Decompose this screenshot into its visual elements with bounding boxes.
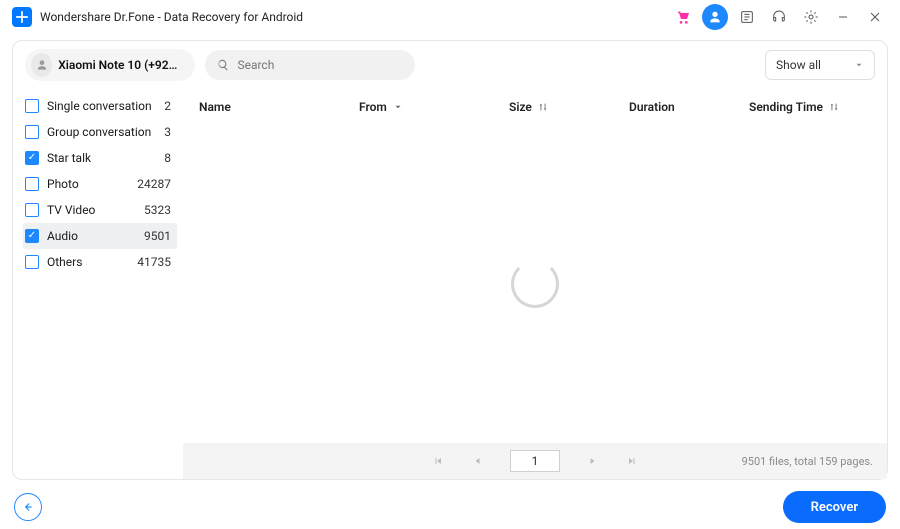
feedback-icon[interactable] <box>734 4 760 30</box>
sidebar-item-count: 8 <box>164 151 171 165</box>
column-duration[interactable]: Duration <box>629 100 749 114</box>
account-icon[interactable] <box>702 4 728 30</box>
sidebar-item-label: Single conversation <box>47 99 160 113</box>
recover-button[interactable]: Recover <box>783 491 886 523</box>
content-card: Xiaomi Note 10 (+92315... Show all Singl… <box>12 40 888 480</box>
column-from[interactable]: From <box>359 100 509 114</box>
app-logo-icon <box>12 7 32 27</box>
sidebar-item[interactable]: Single conversation 2 <box>23 93 177 119</box>
sidebar-item-label: Star talk <box>47 151 160 165</box>
sidebar-item-count: 24287 <box>137 177 171 191</box>
sort-icon <box>538 102 548 112</box>
checkbox[interactable] <box>25 125 39 139</box>
footer: Recover <box>0 486 900 528</box>
pager-last-button[interactable] <box>624 453 640 469</box>
cart-icon[interactable] <box>670 4 696 30</box>
filter-label: Show all <box>776 58 821 72</box>
sidebar-item-label: Audio <box>47 229 140 243</box>
chevron-down-icon <box>393 102 403 112</box>
device-chip[interactable]: Xiaomi Note 10 (+92315... <box>25 49 195 81</box>
sidebar-item[interactable]: Audio 9501 <box>23 223 177 249</box>
pager-next-button[interactable] <box>584 453 600 469</box>
person-icon <box>31 53 52 77</box>
checkbox[interactable] <box>25 177 39 191</box>
search-input[interactable] <box>237 58 403 72</box>
column-name[interactable]: Name <box>199 100 359 114</box>
toolbar: Xiaomi Note 10 (+92315... Show all <box>13 41 887 89</box>
filter-dropdown[interactable]: Show all <box>765 50 875 80</box>
sort-icon <box>829 102 839 112</box>
sidebar-item-label: Others <box>47 255 133 269</box>
sidebar-item-count: 9501 <box>144 229 171 243</box>
spinner-icon <box>511 260 559 308</box>
device-label: Xiaomi Note 10 (+92315... <box>58 58 183 72</box>
pager-first-button[interactable] <box>430 453 446 469</box>
sidebar-item-count: 2 <box>164 99 171 113</box>
support-icon[interactable] <box>766 4 792 30</box>
sidebar-item[interactable]: Star talk 8 <box>23 145 177 171</box>
loading-area <box>183 125 887 443</box>
search-icon <box>217 58 229 72</box>
pager-status: 9501 files, total 159 pages. <box>742 455 873 468</box>
back-button[interactable] <box>14 493 42 521</box>
checkbox[interactable] <box>25 255 39 269</box>
checkbox[interactable] <box>25 151 39 165</box>
column-size[interactable]: Size <box>509 100 629 114</box>
sidebar-item-label: TV Video <box>47 203 140 217</box>
sidebar-item-label: Photo <box>47 177 133 191</box>
pager-bar: 9501 files, total 159 pages. <box>183 443 887 479</box>
sidebar-item[interactable]: TV Video 5323 <box>23 197 177 223</box>
sidebar-item[interactable]: Group conversation 3 <box>23 119 177 145</box>
minimize-button[interactable] <box>830 4 856 30</box>
sidebar-item-count: 5323 <box>144 203 171 217</box>
column-sending-time[interactable]: Sending Time <box>749 100 871 114</box>
sidebar-item-label: Group conversation <box>47 125 160 139</box>
sidebar-item-count: 3 <box>164 125 171 139</box>
sidebar-item-count: 41735 <box>137 255 171 269</box>
checkbox[interactable] <box>25 99 39 113</box>
window-titlebar: Wondershare Dr.Fone - Data Recovery for … <box>0 0 900 34</box>
checkbox[interactable] <box>25 203 39 217</box>
settings-icon[interactable] <box>798 4 824 30</box>
search-box[interactable] <box>205 50 415 80</box>
sidebar-item[interactable]: Photo 24287 <box>23 171 177 197</box>
main-pane: Name From Size Duration Sending Time <box>183 89 887 479</box>
chevron-down-icon <box>854 60 864 70</box>
column-headers: Name From Size Duration Sending Time <box>183 89 887 125</box>
close-button[interactable] <box>862 4 888 30</box>
pager-prev-button[interactable] <box>470 453 486 469</box>
checkbox[interactable] <box>25 229 39 243</box>
sidebar-item[interactable]: Others 41735 <box>23 249 177 275</box>
app-title: Wondershare Dr.Fone - Data Recovery for … <box>40 10 303 24</box>
pager-page-input[interactable] <box>510 450 560 472</box>
category-sidebar: Single conversation2Group conversation3S… <box>13 89 183 479</box>
